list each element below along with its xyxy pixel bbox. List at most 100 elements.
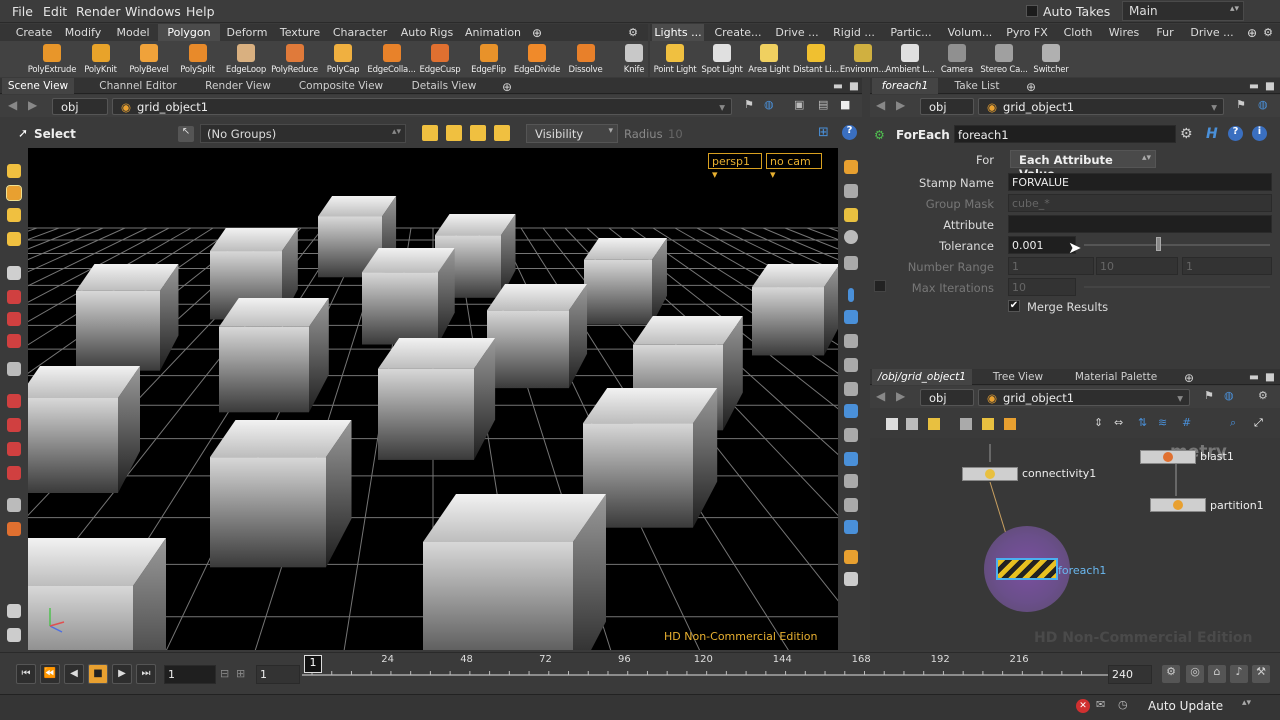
single-view-icon[interactable]: ■ (840, 98, 850, 111)
add-shelf-tab-icon[interactable]: ⊕ (530, 24, 544, 41)
tab-details-view[interactable]: Details View (404, 78, 484, 94)
measure-tool-icon[interactable] (7, 498, 21, 512)
handle-tool-icon[interactable] (7, 290, 21, 304)
forward-arrow-icon[interactable]: ▶ (28, 98, 37, 112)
shelf-tab-wires[interactable]: Wires (1104, 24, 1144, 41)
error-icon[interactable]: ✕ (1076, 699, 1090, 713)
auto-update-label[interactable]: Auto Update (1148, 699, 1223, 713)
back-arrow-icon[interactable]: ◀ (8, 98, 17, 112)
chevron-down-icon[interactable]: ▴▾ (1242, 698, 1251, 708)
visualize-icon[interactable] (844, 256, 858, 270)
visibility-select[interactable]: Visibility ▾ (526, 124, 618, 143)
pane-close-icon[interactable]: ■ (848, 78, 860, 94)
maximize-icon[interactable]: ⤢ (1254, 416, 1263, 430)
network-box-icon[interactable] (960, 418, 972, 430)
ghost-icon[interactable] (844, 184, 858, 198)
step-back-key-icon[interactable]: ⏪ (40, 664, 60, 684)
attribute-field[interactable] (1008, 215, 1272, 233)
chat-icon[interactable]: ✉ (1096, 698, 1105, 711)
help-h-icon[interactable]: H (1206, 126, 1218, 142)
snap-grid-icon[interactable]: # (1182, 416, 1191, 429)
pane-menu-icon[interactable]: ▬ (832, 78, 844, 94)
shelf-tab-lights[interactable]: Lights ... (652, 24, 704, 41)
menu-edit[interactable]: Edit (43, 4, 67, 19)
snap-grid-icon[interactable] (7, 362, 21, 376)
link-icon[interactable]: ◍ (1258, 98, 1268, 111)
pose-tool-icon[interactable] (7, 266, 21, 280)
notes-icon[interactable] (906, 418, 918, 430)
shelf-tab-drive[interactable]: Drive ... (772, 24, 822, 41)
display-icon[interactable] (844, 160, 858, 174)
menu-render[interactable]: Render (76, 4, 121, 19)
tolerance-field[interactable]: 0.001 (1008, 236, 1076, 254)
radius-value[interactable]: 10 (668, 127, 683, 141)
menu-file[interactable]: File (12, 4, 33, 19)
pane-close-icon[interactable]: ■ (1264, 369, 1276, 385)
tab-composite-view[interactable]: Composite View (294, 78, 388, 94)
frame-minus-icon[interactable]: ⊟ (220, 667, 229, 680)
shelf-tab-rigid[interactable]: Rigid ... (830, 24, 878, 41)
start-frame-field[interactable]: 1 (256, 665, 300, 684)
desktop-select[interactable]: Main ▴▾ (1122, 1, 1244, 21)
jump-start-icon[interactable]: ⏮ (16, 664, 36, 684)
menu-windows[interactable]: Windows (125, 4, 181, 19)
display-options-icon[interactable]: ▤ (818, 98, 828, 111)
gear-icon[interactable]: ⚙ (1258, 389, 1268, 402)
render-region-icon[interactable] (7, 522, 21, 536)
shelf-tab-cloth[interactable]: Cloth (1056, 24, 1100, 41)
for-select[interactable]: Each Attribute Value▴▾ (1010, 150, 1156, 181)
timeline-ruler[interactable]: 24 48 72 96 120 144 168 192 216 1 (302, 653, 1108, 689)
switcher-tool-button[interactable]: Switcher (1027, 41, 1075, 77)
shelf-tab-drive-2[interactable]: Drive ... (1184, 24, 1240, 41)
tolerance-slider-handle[interactable] (1156, 237, 1161, 251)
frame-marker[interactable]: 1 (304, 655, 322, 673)
magnet-tool-icon[interactable] (7, 334, 21, 348)
template-icon[interactable] (844, 428, 858, 442)
pin-icon[interactable]: ⚑ (1204, 389, 1214, 402)
shelf-tab-texture[interactable]: Texture (274, 24, 326, 41)
normal-display-icon[interactable] (844, 310, 858, 324)
select-vertices-icon[interactable] (494, 125, 510, 141)
layout-icon[interactable] (844, 550, 858, 564)
forward-arrow-icon[interactable]: ▶ (896, 98, 905, 112)
uv-display-icon[interactable] (844, 358, 858, 372)
add-shelf-tab-icon[interactable]: ⊕ (1246, 24, 1258, 41)
persp-menu[interactable]: persp1 ▾ (708, 153, 762, 181)
frame-plus-icon[interactable]: ⊞ (236, 667, 245, 680)
shelf-tab-create[interactable]: Create (10, 24, 58, 41)
tab-foreach1[interactable]: foreach1 (872, 78, 938, 94)
search-icon[interactable]: ⌕ (1230, 416, 1236, 430)
sticky-note-icon[interactable] (982, 418, 994, 430)
realtime-icon[interactable]: ◎ (1186, 665, 1204, 683)
align-vertical-icon[interactable]: ⇕ (1094, 416, 1103, 429)
shelf-tab-animation[interactable]: Animation (460, 24, 526, 41)
back-arrow-icon[interactable]: ◀ (876, 389, 885, 403)
grid-view-icon[interactable] (928, 418, 940, 430)
auto-takes-checkbox[interactable] (1026, 5, 1038, 17)
groups-select[interactable]: (No Groups) ▴▾ (200, 124, 406, 143)
point-display-icon[interactable] (848, 288, 854, 302)
menu-help[interactable]: Help (186, 4, 215, 19)
foreach-node[interactable] (996, 558, 1058, 580)
select-points-icon[interactable] (422, 125, 438, 141)
move-tool-icon[interactable] (6, 185, 22, 201)
add-tab-icon[interactable]: ⊕ (1182, 369, 1196, 385)
shelf-tab-fur[interactable]: Fur (1148, 24, 1182, 41)
play-icon[interactable]: ▶ (112, 664, 132, 684)
tolerance-slider[interactable] (1084, 244, 1270, 246)
play-reverse-icon[interactable]: ◀ (64, 664, 84, 684)
add-tab-icon[interactable]: ⊕ (1024, 78, 1038, 94)
lock-icon[interactable] (7, 604, 21, 618)
snap-icon[interactable]: ⊞ (818, 125, 829, 140)
camera-menu[interactable]: no cam ▾ (766, 153, 822, 181)
layout-tree-icon[interactable]: ⇅ (1138, 416, 1147, 429)
shading-icon[interactable] (844, 230, 858, 244)
path-obj[interactable]: obj (920, 98, 974, 115)
merge-results-checkbox[interactable]: ✔ (1008, 300, 1020, 312)
shelf-tab-model[interactable]: Model (110, 24, 156, 41)
info-icon[interactable]: i (1252, 126, 1267, 141)
shelf-tab-pyro-fx[interactable]: Pyro FX (1004, 24, 1050, 41)
path-grid-object[interactable]: ◉ grid_object1 ▾ (978, 389, 1190, 406)
shelf-tab-character[interactable]: Character (328, 24, 392, 41)
tab-tree-view[interactable]: Tree View (988, 369, 1048, 385)
